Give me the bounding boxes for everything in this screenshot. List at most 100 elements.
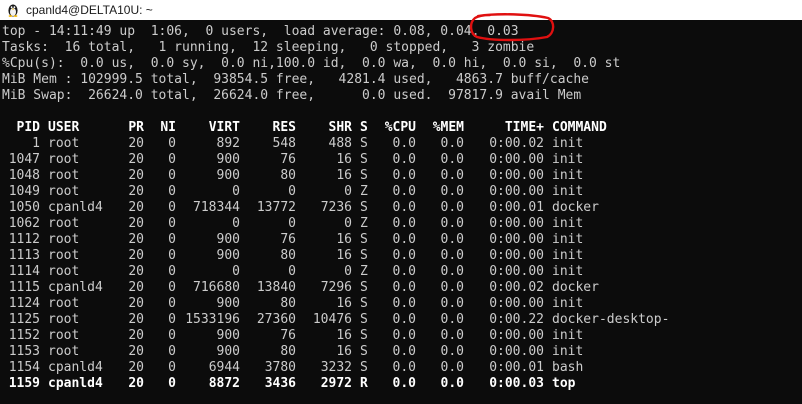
- cell-state: Z: [360, 216, 368, 231]
- cell-pid: 1124: [8, 296, 40, 311]
- cell-cpu: 0.0: [392, 200, 416, 215]
- cell-time: 0:00.22: [489, 312, 544, 327]
- cell-shr: 16: [336, 152, 352, 167]
- cell-virt: 900: [216, 168, 240, 183]
- process-row: 1112 root 20 0 900 76 16 S 0.0 0.0 0:00.00 init: [0, 232, 802, 248]
- cell-cpu: 0.0: [392, 264, 416, 279]
- cell-command: init: [552, 232, 584, 247]
- cell-command: init: [552, 264, 584, 279]
- cell-virt: 1533196: [185, 312, 240, 327]
- cell-command: top: [552, 376, 576, 391]
- cell-virt: 0: [232, 264, 240, 279]
- cell-state: S: [360, 200, 368, 215]
- cell-mem: 0.0: [440, 328, 464, 343]
- cell-ni: 0: [168, 280, 176, 295]
- cell-time: 0:00.00: [489, 184, 544, 199]
- process-row: 1113 root 20 0 900 80 16 S 0.0 0.0 0:00.00 init: [0, 248, 802, 264]
- cell-mem: 0.0: [440, 376, 464, 391]
- cell-pr: 20: [128, 344, 144, 359]
- cell-user: cpanld4: [48, 200, 103, 215]
- cell-pid: 1153: [8, 344, 40, 359]
- cell-pid: 1048: [8, 168, 40, 183]
- cell-mem: 0.0: [440, 216, 464, 231]
- process-row: 1125 root 20 0 1533196 27360 10476 S 0.0 0.0 0:00.…: [0, 312, 802, 328]
- column-header-res: RES: [272, 120, 296, 135]
- cell-cpu: 0.0: [392, 152, 416, 167]
- cell-pr: 20: [128, 184, 144, 199]
- cell-time: 0:00.00: [489, 152, 544, 167]
- cell-ni: 0: [168, 168, 176, 183]
- cell-shr: 0: [344, 216, 352, 231]
- cell-shr: 0: [344, 264, 352, 279]
- cell-command: init: [552, 296, 584, 311]
- cell-pr: 20: [128, 216, 144, 231]
- cell-user: cpanld4: [48, 280, 103, 295]
- process-row: 1050 cpanld4 20 0 718344 13772 7236 S 0.0 0.0 0:00…: [0, 200, 802, 216]
- cell-shr: 16: [336, 328, 352, 343]
- cell-command: docker-desktop-: [552, 312, 670, 327]
- cell-cpu: 0.0: [392, 248, 416, 263]
- cell-ni: 0: [168, 184, 176, 199]
- cell-res: 13840: [256, 280, 296, 295]
- cell-time: 0:00.00: [489, 328, 544, 343]
- cell-command: init: [552, 184, 584, 199]
- cell-state: S: [360, 248, 368, 263]
- cell-shr: 16: [336, 344, 352, 359]
- process-row: 1048 root 20 0 900 80 16 S 0.0 0.0 0:00.00 init: [0, 168, 802, 184]
- cell-user: cpanld4: [48, 360, 103, 375]
- tasks-line: Tasks: 16 total, 1 running, 12 sleeping,…: [2, 40, 535, 55]
- cell-pid: 1112: [8, 232, 40, 247]
- cell-pr: 20: [128, 312, 144, 327]
- cell-ni: 0: [168, 216, 176, 231]
- cell-pr: 20: [128, 360, 144, 375]
- cell-user: root: [48, 184, 80, 199]
- cell-pid: 1047: [8, 152, 40, 167]
- cell-pid: 1152: [8, 328, 40, 343]
- cell-res: 0: [288, 216, 296, 231]
- cell-pid: 1115: [8, 280, 40, 295]
- cell-mem: 0.0: [440, 136, 464, 151]
- cell-cpu: 0.0: [392, 344, 416, 359]
- cell-time: 0:00.00: [489, 216, 544, 231]
- cell-user: root: [48, 232, 80, 247]
- cell-pid: 1113: [8, 248, 40, 263]
- column-header-state: S: [360, 120, 368, 135]
- process-row: 1159 cpanld4 20 0 8872 3436 2972 R 0.0 0.0 0:00.03…: [0, 376, 802, 392]
- uptime-line: top - 14:11:49 up 1:06, 0 users, load av…: [2, 24, 519, 39]
- cell-pr: 20: [128, 264, 144, 279]
- cell-pr: 20: [128, 232, 144, 247]
- cell-pr: 20: [128, 136, 144, 151]
- cell-time: 0:00.00: [489, 344, 544, 359]
- cell-cpu: 0.0: [392, 280, 416, 295]
- cell-res: 76: [280, 232, 296, 247]
- cell-res: 548: [272, 136, 296, 151]
- cell-ni: 0: [168, 152, 176, 167]
- cell-state: S: [360, 152, 368, 167]
- window-titlebar[interactable]: cpanld4@DELTA10U: ~: [0, 0, 802, 20]
- cell-state: Z: [360, 264, 368, 279]
- mem-line: MiB Mem : 102999.5 total, 93854.5 free, …: [2, 72, 589, 87]
- cell-pid: 1154: [8, 360, 40, 375]
- cell-virt: 900: [216, 248, 240, 263]
- cell-mem: 0.0: [440, 232, 464, 247]
- cell-ni: 0: [168, 200, 176, 215]
- cell-user: root: [48, 328, 80, 343]
- cell-pid: 1049: [8, 184, 40, 199]
- cell-state: S: [360, 328, 368, 343]
- cell-command: init: [552, 136, 584, 151]
- terminal-output[interactable]: top - 14:11:49 up 1:06, 0 users, load av…: [0, 20, 802, 404]
- cell-mem: 0.0: [440, 184, 464, 199]
- cell-state: S: [360, 312, 368, 327]
- cell-pid: 1050: [8, 200, 40, 215]
- cell-cpu: 0.0: [392, 296, 416, 311]
- cell-cpu: 0.0: [392, 136, 416, 151]
- cell-pr: 20: [128, 200, 144, 215]
- cell-state: S: [360, 168, 368, 183]
- cell-virt: 0: [232, 216, 240, 231]
- cell-shr: 488: [328, 136, 352, 151]
- cell-ni: 0: [168, 328, 176, 343]
- cell-virt: 892: [216, 136, 240, 151]
- cell-virt: 900: [216, 328, 240, 343]
- window-title: cpanld4@DELTA10U: ~: [26, 3, 153, 17]
- cell-ni: 0: [168, 296, 176, 311]
